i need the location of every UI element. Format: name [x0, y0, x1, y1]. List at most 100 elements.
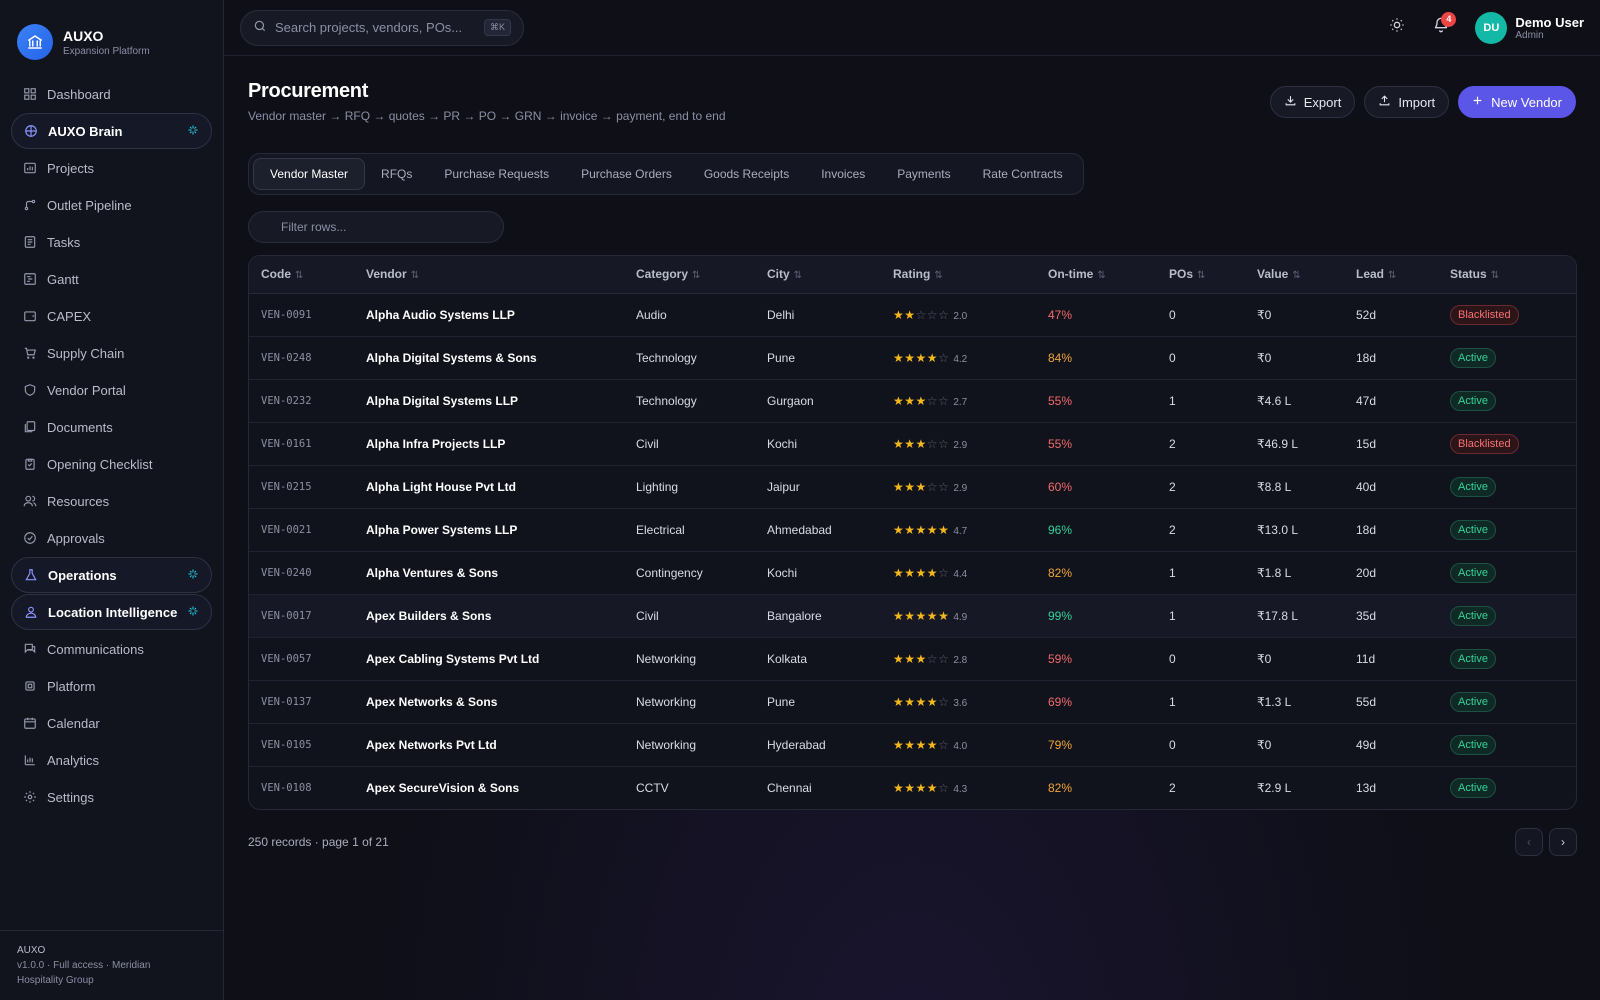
- theme-toggle-button[interactable]: [1381, 12, 1413, 44]
- table-row[interactable]: VEN-0017 Apex Builders & Sons Civil Bangalo…: [249, 594, 1576, 638]
- sidebar-item-gantt[interactable]: Gantt: [11, 261, 212, 297]
- sidebar-item-outlet-pipeline[interactable]: Outlet Pipeline: [11, 187, 212, 223]
- sidebar-item-calendar[interactable]: Calendar: [11, 705, 212, 741]
- column-header-code[interactable]: Code ⇅: [249, 256, 354, 294]
- vendor-code: VEN-0240: [249, 551, 354, 595]
- export-button[interactable]: Export: [1269, 86, 1356, 118]
- sidebar-item-dashboard[interactable]: Dashboard: [11, 76, 212, 112]
- notifications-button[interactable]: 4: [1425, 11, 1457, 44]
- sidebar-item-vendor-portal[interactable]: Vendor Portal: [11, 372, 212, 408]
- global-search[interactable]: Search projects, vendors, POs... ⌘K: [240, 9, 524, 46]
- import-button[interactable]: Import: [1364, 86, 1450, 118]
- sidebar-item-approvals[interactable]: Approvals: [11, 520, 212, 556]
- column-header-value[interactable]: Value ⇅: [1245, 256, 1344, 294]
- tab-purchase-orders[interactable]: Purchase Orders: [565, 158, 688, 190]
- tasks-icon: [23, 235, 37, 249]
- prev-page-button[interactable]: ‹: [1515, 828, 1543, 856]
- table-row[interactable]: VEN-0161 Alpha Infra Projects LLP Civil Koc…: [249, 422, 1576, 466]
- sidebar-item-documents[interactable]: Documents: [11, 409, 212, 445]
- po-value: ₹46.9 L: [1245, 422, 1344, 466]
- sidebar-item-communications[interactable]: Communications: [11, 631, 212, 667]
- pipeline-icon: [23, 198, 37, 212]
- star-empty-icon: ☆: [938, 350, 950, 365]
- footer-version: v1.0.0 · Full access · Meridian: [17, 960, 151, 971]
- sidebar-item-opening-checklist[interactable]: Opening Checklist: [11, 446, 212, 482]
- shield-icon: [23, 383, 37, 397]
- sidebar-item-tasks[interactable]: Tasks: [11, 224, 212, 260]
- table-row[interactable]: VEN-0137 Apex Networks & Sons Networking Pu…: [249, 680, 1576, 724]
- table-row[interactable]: VEN-0248 Alpha Digital Systems & Sons Tech…: [249, 336, 1576, 380]
- vendor-rating: ★★☆☆☆ 2.0: [881, 293, 1036, 337]
- new-vendor-button[interactable]: New Vendor: [1458, 86, 1576, 118]
- vendor-rating: ★★★★☆ 3.6: [881, 680, 1036, 724]
- user-menu[interactable]: DU Demo User Admin: [1475, 11, 1584, 44]
- sidebar-item-platform[interactable]: Platform: [11, 668, 212, 704]
- table-row[interactable]: VEN-0105 Apex Networks Pvt Ltd Networking H…: [249, 723, 1576, 767]
- sidebar-item-label: Resources: [47, 493, 110, 509]
- vendor-city: Kolkata: [755, 637, 881, 681]
- sidebar-item-location-intelligence[interactable]: Location Intelligence: [11, 594, 212, 630]
- sidebar-item-operations[interactable]: Operations: [11, 557, 212, 593]
- star-filled-icon: ★: [904, 737, 916, 752]
- bar-chart-icon: [23, 753, 37, 767]
- po-value: ₹1.3 L: [1245, 680, 1344, 724]
- sidebar-item-capex[interactable]: CAPEX: [11, 298, 212, 334]
- table-row[interactable]: VEN-0057 Apex Cabling Systems Pvt Ltd Netw…: [249, 637, 1576, 681]
- po-count: 1: [1157, 379, 1245, 423]
- column-header-city[interactable]: City ⇅: [755, 256, 881, 294]
- page-title: Procurement: [248, 80, 369, 102]
- star-filled-icon: ★: [893, 694, 905, 709]
- on-time-rate: 84%: [1036, 336, 1157, 380]
- star-filled-icon: ★: [938, 608, 950, 623]
- rating-value: 4.2: [953, 353, 968, 365]
- sidebar-item-projects[interactable]: Projects: [11, 150, 212, 186]
- column-header-rating[interactable]: Rating ⇅: [881, 256, 1036, 294]
- tab-purchase-requests[interactable]: Purchase Requests: [428, 158, 565, 190]
- status-badge: Blacklisted: [1450, 304, 1519, 325]
- table-row[interactable]: VEN-0021 Alpha Power Systems LLP Electrica…: [249, 508, 1576, 552]
- column-header-vendor[interactable]: Vendor ⇅: [354, 256, 624, 294]
- search-input[interactable]: Search projects, vendors, POs...: [275, 20, 462, 35]
- vendor-city: Gurgaon: [755, 379, 881, 423]
- on-time-rate: 82%: [1048, 780, 1073, 795]
- table-row[interactable]: VEN-0232 Alpha Digital Systems LLP Technol…: [249, 379, 1576, 423]
- vendor-city: Ahmedabad: [755, 508, 881, 552]
- sidebar-item-label: Documents: [47, 419, 113, 435]
- tab-rfqs[interactable]: RFQs: [365, 158, 428, 190]
- column-header-on-time[interactable]: On-time ⇅: [1036, 256, 1157, 294]
- star-filled-icon: ★: [893, 737, 905, 752]
- column-header-pos[interactable]: POs ⇅: [1157, 256, 1245, 294]
- vendor-category: Networking: [624, 723, 755, 767]
- sidebar-item-analytics[interactable]: Analytics: [11, 742, 212, 778]
- table-row[interactable]: VEN-0240 Alpha Ventures & Sons Contingency…: [249, 551, 1576, 595]
- footer-app-name: AUXO: [17, 945, 46, 956]
- tab-goods-receipts[interactable]: Goods Receipts: [688, 158, 805, 190]
- tab-rate-contracts[interactable]: Rate Contracts: [967, 158, 1079, 190]
- next-page-button[interactable]: ›: [1549, 828, 1577, 856]
- column-header-status[interactable]: Status ⇅: [1438, 256, 1576, 294]
- filter-rows-input[interactable]: Filter rows...: [248, 211, 504, 243]
- star-rating: ★★★☆☆: [893, 394, 949, 408]
- lead-time: 47d: [1344, 379, 1438, 423]
- sidebar-item-supply-chain[interactable]: Supply Chain: [11, 335, 212, 371]
- table-row[interactable]: VEN-0108 Apex SecureVision & Sons CCTV Chen…: [249, 766, 1576, 809]
- po-count: 0: [1157, 723, 1245, 767]
- sidebar-item-settings[interactable]: Settings: [11, 779, 212, 815]
- sidebar-item-resources[interactable]: Resources: [11, 483, 212, 519]
- tab-vendor-master[interactable]: Vendor Master: [253, 158, 366, 190]
- table-row[interactable]: VEN-0091 Alpha Audio Systems LLP Audio Delh…: [249, 293, 1576, 337]
- tab-payments[interactable]: Payments: [881, 158, 966, 190]
- chevron-right-icon: ›: [1561, 835, 1565, 849]
- star-empty-icon: ☆: [938, 651, 950, 666]
- sidebar-item-auxo-brain[interactable]: AUXO Brain: [11, 113, 212, 149]
- star-filled-icon: ★: [893, 307, 905, 322]
- footer-org: Hospitality Group: [17, 975, 94, 986]
- column-header-lead[interactable]: Lead ⇅: [1344, 256, 1438, 294]
- vendor-category: Networking: [624, 637, 755, 681]
- vendor-city: Kochi: [755, 422, 881, 466]
- column-header-category[interactable]: Category ⇅: [624, 256, 755, 294]
- sidebar-item-label: Projects: [47, 160, 94, 176]
- tab-invoices[interactable]: Invoices: [805, 158, 881, 190]
- table-row[interactable]: VEN-0215 Alpha Light House Pvt Ltd Lightin…: [249, 465, 1576, 509]
- brand[interactable]: AUXO Expansion Platform: [0, 0, 223, 76]
